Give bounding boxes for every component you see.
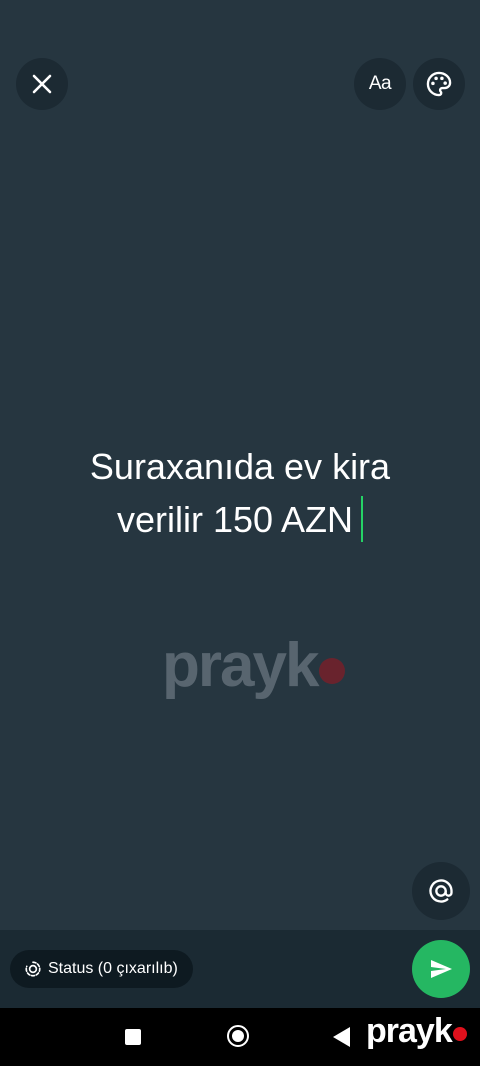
status-text-input[interactable]: Suraxanıda ev kira verilir 150 AZN	[40, 440, 440, 546]
back-icon[interactable]	[333, 1027, 350, 1047]
watermark-logo: prayk	[162, 630, 346, 701]
corner-logo-text: prayk	[366, 1012, 453, 1050]
mention-button[interactable]	[412, 862, 470, 920]
status-icon	[25, 961, 41, 977]
home-icon[interactable]	[227, 1025, 249, 1047]
color-button[interactable]	[413, 58, 465, 110]
close-icon	[32, 74, 52, 94]
watermark-text: prayk	[162, 631, 319, 700]
close-button[interactable]	[16, 58, 68, 110]
status-privacy-chip[interactable]: Status (0 çıxarılıb)	[10, 950, 193, 988]
status-chip-label: Status (0 çıxarılıb)	[48, 960, 178, 977]
status-text-line-2-content: verilir 150 AZN	[116, 499, 354, 540]
at-icon	[429, 879, 453, 903]
recents-icon[interactable]	[125, 1029, 141, 1045]
send-icon	[431, 960, 452, 978]
palette-icon	[426, 71, 452, 97]
font-label: Aa	[368, 73, 392, 94]
font-button[interactable]: Aa	[354, 58, 406, 110]
corner-logo-dot	[452, 1027, 467, 1041]
status-text-line-2: verilir 150 AZN	[40, 493, 440, 546]
send-button[interactable]	[412, 940, 470, 998]
text-caret	[361, 496, 364, 542]
home-icon-dot	[232, 1030, 244, 1042]
corner-logo: prayk	[366, 1012, 467, 1051]
watermark-dot	[319, 657, 346, 684]
status-text-line-1: Suraxanıda ev kira	[89, 446, 391, 487]
